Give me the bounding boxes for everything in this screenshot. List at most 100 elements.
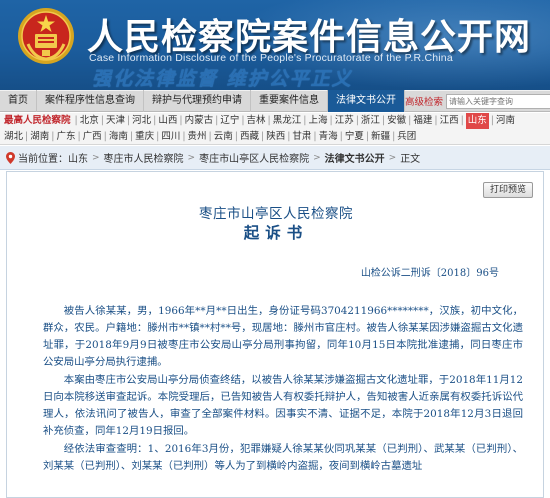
- document-title: 起诉书: [243, 223, 309, 242]
- province-link[interactable]: 新疆: [371, 129, 390, 145]
- province-link[interactable]: 内蒙古: [185, 113, 214, 129]
- province-link[interactable]: 黑龙江: [273, 113, 302, 129]
- province-link[interactable]: 兵团: [397, 129, 416, 145]
- province-link[interactable]: 山西: [158, 113, 177, 129]
- province-link[interactable]: 四川: [161, 129, 180, 145]
- procuratorate-emblem-icon: [18, 8, 74, 64]
- province-separator: |: [408, 115, 412, 126]
- province-link[interactable]: 上海: [308, 113, 327, 129]
- province-separator: |: [329, 115, 333, 126]
- province-separator: |: [303, 115, 307, 126]
- province-separator: |: [234, 131, 238, 142]
- nav-important-cases[interactable]: 重要案件信息: [251, 90, 328, 112]
- province-separator: |: [156, 131, 160, 142]
- province-link[interactable]: 青海: [319, 129, 338, 145]
- province-separator: |: [51, 131, 55, 142]
- search-box: [446, 93, 550, 109]
- province-links: 最高人民检察院 | 北京 | 天津 | 河北 | 山西 | 内蒙古 | 辽宁 | 吉林 | 黑龙江 | 上海 | 江苏…: [0, 113, 550, 145]
- province-link[interactable]: 河北: [132, 113, 151, 129]
- province-link[interactable]: 吉林: [247, 113, 266, 129]
- province-separator: |: [339, 131, 343, 142]
- province-link[interactable]: 海南: [109, 129, 128, 145]
- province-separator: |: [434, 115, 438, 126]
- province-separator: |: [241, 115, 245, 126]
- province-link[interactable]: 广东: [56, 129, 75, 145]
- province-separator: |: [313, 131, 317, 142]
- breadcrumb-separator-icon: >: [313, 152, 321, 163]
- document-paragraph: 被告人徐某某，男，1966年**月**日出生，身份证号码3704211966**…: [43, 305, 523, 368]
- province-link[interactable]: 安徽: [387, 113, 406, 129]
- province-link[interactable]: 宁夏: [345, 129, 364, 145]
- nav-case-procedure-query[interactable]: 案件程序性信息查询: [37, 90, 144, 112]
- location-pin-icon: [6, 151, 15, 164]
- province-separator: |: [460, 115, 464, 126]
- document-paragraph: 经依法审查查明：1、2016年3月份，犯罪嫌疑人徐某某伙同巩某某（已判刑）、武某…: [43, 443, 523, 472]
- breadcrumb-district-procuratorate[interactable]: 枣庄市山亭区人民检察院: [199, 150, 309, 165]
- province-link[interactable]: 天津: [106, 113, 125, 129]
- document-paragraph: 本案由枣庄市公安局山亭分局侦查终结，以被告人徐某某涉嫌盗掘古文化遗址罪，于201…: [43, 374, 523, 437]
- document-issuer: 枣庄市山亭区人民检察院: [199, 206, 353, 222]
- nav-legal-documents[interactable]: 法律文书公开: [328, 90, 405, 112]
- document-number: 山检公诉二刑诉〔2018〕96号: [360, 268, 499, 279]
- province-separator: |: [355, 115, 359, 126]
- breadcrumb-separator-icon: >: [92, 152, 100, 163]
- document-body: 被告人徐某某，男，1966年**月**日出生，身份证号码3704211966**…: [43, 303, 523, 475]
- province-link[interactable]: 湖北: [4, 129, 23, 145]
- province-link[interactable]: 北京: [80, 113, 99, 129]
- province-separator: |: [100, 115, 104, 126]
- province-link[interactable]: 云南: [214, 129, 233, 145]
- breadcrumb-legal-documents[interactable]: 法律文书公开: [325, 150, 385, 165]
- province-separator: |: [260, 131, 265, 142]
- province-separator: |: [129, 131, 134, 142]
- site-header-banner: 人民检察院案件信息公开网 Case Information Disclosure…: [0, 0, 550, 90]
- province-separator: |: [182, 131, 186, 142]
- province-link[interactable]: 贵州: [188, 129, 207, 145]
- province-link[interactable]: 陕西: [266, 129, 285, 145]
- province-separator: |: [490, 115, 494, 126]
- province-separator: |: [103, 131, 107, 142]
- province-link[interactable]: 西藏: [240, 129, 259, 145]
- breadcrumb-city-procuratorate[interactable]: 枣庄市人民检察院: [104, 150, 184, 165]
- breadcrumb-separator-icon: >: [388, 152, 397, 163]
- search-input[interactable]: [447, 94, 550, 108]
- province-link[interactable]: 湖南: [30, 129, 49, 145]
- province-row-1: 最高人民检察院 | 北京 | 天津 | 河北 | 山西 | 内蒙古 | 辽宁 | 吉林 | 黑龙江 | 上海 | 江苏…: [0, 113, 550, 129]
- site-slogan: 强化法律监督 维护公平正义: [92, 68, 353, 90]
- main-navigation: 首页 案件程序性信息查询 辩护与代理预约申请 重要案件信息 法律文书公开 高级检…: [0, 90, 550, 112]
- province-separator: |: [126, 115, 131, 126]
- province-separator: |: [392, 131, 396, 142]
- province-separator: |: [25, 131, 29, 142]
- province-separator: |: [215, 115, 219, 126]
- breadcrumb-prefix: 当前位置：: [18, 154, 68, 165]
- province-row-2: 湖北 | 湖南 | 广东 | 广西 | 海南 | 重庆 | 四川 | 贵州 | 云南 | 西藏 | 陕西 | 甘肃 | 青海 | 宁…: [0, 129, 550, 145]
- advanced-search-link[interactable]: 高级检索: [405, 94, 443, 108]
- breadcrumb-current: 正文: [400, 154, 421, 165]
- province-link[interactable]: 广西: [83, 129, 102, 145]
- province-link[interactable]: 福建: [413, 113, 432, 129]
- breadcrumb-province[interactable]: 山东: [68, 150, 88, 165]
- supreme-procuratorate-link[interactable]: 最高人民检察院: [0, 113, 73, 129]
- province-link[interactable]: 重庆: [135, 129, 154, 145]
- print-preview-button[interactable]: 打印预览: [482, 182, 533, 198]
- province-separator: |: [287, 131, 291, 142]
- province-link[interactable]: 辽宁: [220, 113, 239, 129]
- province-separator: |: [77, 131, 81, 142]
- nav-defense-appointment[interactable]: 辩护与代理预约申请: [144, 90, 251, 112]
- province-link[interactable]: 河南: [496, 113, 515, 129]
- province-link[interactable]: 甘肃: [292, 129, 311, 145]
- province-link[interactable]: 江西: [440, 113, 459, 129]
- site-subtitle: Case Information Disclosure of the Peopl…: [89, 52, 453, 64]
- breadcrumb: 当前位置： 山东 > 枣庄市人民检察院 > 枣庄市山亭区人民检察院 > 法律文书…: [0, 146, 550, 170]
- breadcrumb-separator-icon: >: [187, 152, 196, 163]
- province-separator: |: [153, 115, 157, 126]
- document-panel: 打印预览 枣庄市山亭区人民检察院 起诉书 山检公诉二刑诉〔2018〕96号 被告…: [6, 171, 544, 498]
- province-separator: |: [365, 131, 370, 142]
- province-separator: |: [208, 131, 212, 142]
- province-separator: |: [179, 115, 183, 126]
- province-separator: |: [381, 115, 386, 126]
- province-link[interactable]: 山东: [465, 113, 489, 129]
- province-separator: |: [267, 115, 271, 126]
- province-link[interactable]: 江苏: [335, 113, 354, 129]
- nav-home[interactable]: 首页: [0, 90, 37, 112]
- province-link[interactable]: 浙江: [361, 113, 380, 129]
